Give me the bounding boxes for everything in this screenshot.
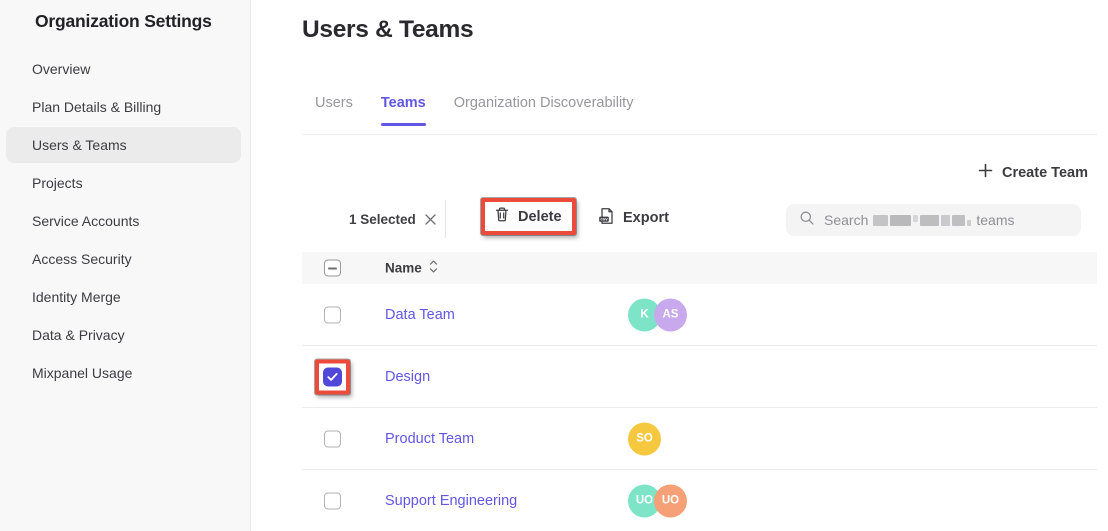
delete-button[interactable]: Delete xyxy=(494,206,562,227)
sidebar-item-service-accounts[interactable]: Service Accounts xyxy=(6,203,241,239)
search-placeholder-suffix: teams xyxy=(976,212,1014,228)
checkmark-icon xyxy=(327,372,338,381)
sidebar-item-projects[interactable]: Projects xyxy=(6,165,241,201)
selection-info: 1 Selected xyxy=(349,203,437,235)
sidebar: Organization Settings Overview Plan Deta… xyxy=(0,0,251,531)
avatar: UO xyxy=(654,484,687,517)
svg-text:csv: csv xyxy=(600,217,608,222)
sidebar-nav: Overview Plan Details & Billing Users & … xyxy=(0,51,250,393)
delete-label: Delete xyxy=(518,209,562,225)
sidebar-item-data-privacy[interactable]: Data & Privacy xyxy=(6,317,241,353)
avatar: SO xyxy=(628,422,661,455)
plus-icon xyxy=(978,163,993,182)
select-all-checkbox[interactable] xyxy=(324,260,341,277)
tab-teams[interactable]: Teams xyxy=(381,95,426,111)
sidebar-item-overview[interactable]: Overview xyxy=(6,51,241,87)
sort-icon[interactable] xyxy=(429,260,438,277)
sidebar-item-plan-details-billing[interactable]: Plan Details & Billing xyxy=(6,89,241,125)
page-title: Users & Teams xyxy=(302,16,473,44)
tab-organization-discoverability[interactable]: Organization Discoverability xyxy=(454,95,634,111)
toolbar-divider xyxy=(445,200,446,238)
avatar-group: UO UO xyxy=(628,484,687,517)
table-row-design: Design xyxy=(302,346,1097,408)
create-team-label: Create Team xyxy=(1002,165,1088,181)
search-placeholder: Search teams xyxy=(824,212,1014,228)
trash-icon xyxy=(494,206,510,227)
organization-settings-screen: Organization Settings Overview Plan Deta… xyxy=(0,0,1108,531)
selected-count-label: 1 Selected xyxy=(349,212,416,227)
tab-bar: Users Teams Organization Discoverability xyxy=(315,95,633,111)
sidebar-item-access-security[interactable]: Access Security xyxy=(6,241,241,277)
team-name-link[interactable]: Data Team xyxy=(385,307,455,323)
search-placeholder-prefix: Search xyxy=(824,212,868,228)
avatar-group: SO xyxy=(628,422,661,455)
search-input[interactable]: Search teams xyxy=(786,204,1081,236)
table-header: Name xyxy=(302,252,1097,284)
sidebar-item-mixpanel-usage[interactable]: Mixpanel Usage xyxy=(6,355,241,391)
avatar-group: K AS xyxy=(628,298,687,331)
create-team-button[interactable]: Create Team xyxy=(978,163,1088,182)
team-name-link[interactable]: Design xyxy=(385,369,430,385)
export-button[interactable]: csv Export xyxy=(598,207,669,229)
redacted-text xyxy=(873,215,971,226)
row-checkbox[interactable] xyxy=(324,492,341,509)
team-name-link[interactable]: Support Engineering xyxy=(385,493,517,509)
csv-file-icon: csv xyxy=(598,207,615,229)
table-row-product-team: Product Team SO xyxy=(302,408,1097,470)
tab-divider xyxy=(302,134,1097,135)
row-checkbox-checked[interactable] xyxy=(323,367,342,386)
table-row-data-team: Data Team K AS xyxy=(302,284,1097,346)
sidebar-item-users-teams[interactable]: Users & Teams xyxy=(6,127,241,163)
name-column-header[interactable]: Name xyxy=(385,260,438,277)
avatar: AS xyxy=(654,298,687,331)
table-row-support-engineering: Support Engineering UO UO xyxy=(302,470,1097,531)
highlight-box-checkbox xyxy=(315,359,350,394)
team-name-link[interactable]: Product Team xyxy=(385,431,474,447)
sidebar-item-identity-merge[interactable]: Identity Merge xyxy=(6,279,241,315)
sidebar-title: Organization Settings xyxy=(35,11,212,32)
clear-selection-icon[interactable] xyxy=(424,213,437,226)
teams-table: Name Data Team K AS xyxy=(302,252,1097,531)
tab-users[interactable]: Users xyxy=(315,95,353,111)
export-label: Export xyxy=(623,210,669,226)
row-checkbox[interactable] xyxy=(324,306,341,323)
indeterminate-icon xyxy=(328,267,337,269)
search-icon xyxy=(799,210,815,231)
main-content: Users & Teams Users Teams Organization D… xyxy=(251,0,1108,531)
row-checkbox[interactable] xyxy=(324,430,341,447)
highlight-box-delete: Delete xyxy=(481,198,576,235)
